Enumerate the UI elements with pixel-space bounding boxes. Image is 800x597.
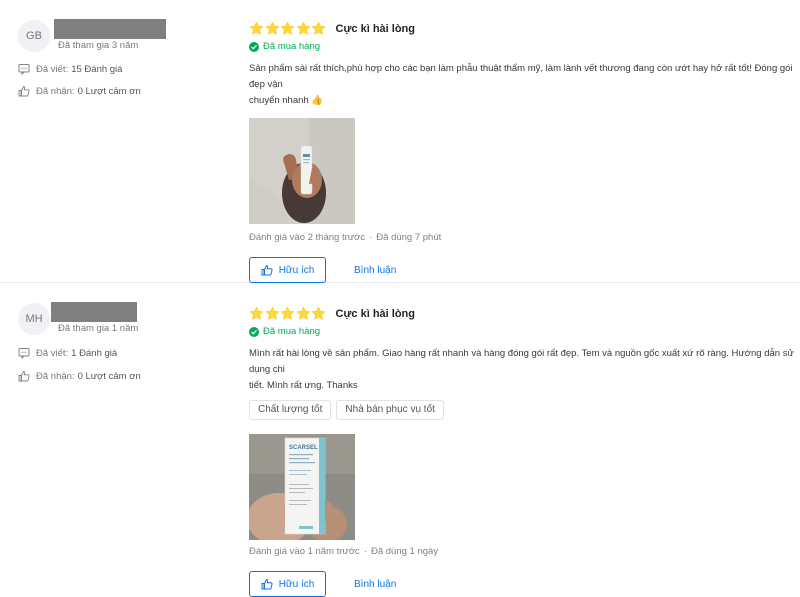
avatar: GB — [18, 20, 50, 52]
star-icon — [280, 21, 295, 35]
review-actions: Hữu ích Bình luận — [249, 257, 797, 283]
helpful-button[interactable]: Hữu ích — [249, 257, 326, 283]
reviews-written-stat: Đã viết: 1 Đánh giá — [18, 347, 117, 359]
star-icon — [295, 21, 311, 35]
redacted-username — [54, 19, 166, 39]
hand-holding-product-photo: SCARSEL — [249, 434, 355, 540]
purchased-badge: Đã mua hàng — [249, 41, 797, 52]
thumbs-up-icon — [261, 578, 273, 590]
review-body: Cực kì hài lòng Đã mua hàng Mình rất hài… — [249, 306, 797, 597]
star-icon — [249, 21, 264, 35]
check-icon — [249, 41, 259, 52]
star-icon — [264, 306, 280, 320]
reviews-written-stat: Đã viết: 15 Đánh giá — [18, 63, 122, 75]
review-item: GB Đã tham gia 3 năm Đã viết: 15 Đánh gi… — [0, 0, 800, 283]
review-meta: Đánh giá vào 2 tháng trước · Đã dùng 7 phú… — [249, 232, 442, 243]
product-brand-text: SCARSEL — [289, 445, 318, 451]
redacted-username — [51, 302, 137, 322]
rating-title: Cực kì hài lòng — [335, 307, 415, 320]
joined-date: Đã tham gia 3 năm — [58, 40, 139, 51]
review-content: Sản phẩm sài rất thích,phù hợp cho các b… — [249, 63, 793, 106]
review-photo[interactable]: SCARSEL — [249, 434, 355, 540]
check-icon — [249, 326, 259, 337]
rating-title: Cực kì hài lòng — [335, 22, 415, 35]
star-icon — [249, 306, 264, 320]
review-actions: Hữu ích Bình luận — [249, 571, 797, 597]
helpful-button[interactable]: Hữu ích — [249, 571, 326, 597]
review-content: Mình rất hài lòng về sản phẩm. Giao hàng… — [249, 348, 794, 391]
star-icon — [311, 21, 326, 35]
comment-button[interactable]: Bình luận — [354, 579, 396, 590]
thumbs-up-icon — [18, 86, 30, 97]
review-body: Cực kì hài lòng Đã mua hàng Sản phẩm sài… — [249, 21, 797, 283]
review-tag: Nhà bán phục vụ tốt — [336, 400, 444, 420]
purchased-badge: Đã mua hàng — [249, 326, 797, 337]
joined-date: Đã tham gia 1 năm — [58, 323, 139, 334]
star-icon — [280, 306, 295, 320]
review-written-icon — [18, 348, 30, 359]
avatar: MH — [18, 303, 50, 335]
star-icon — [264, 21, 280, 35]
rating-stars: Cực kì hài lòng — [249, 21, 797, 36]
hand-holding-product-photo — [249, 118, 355, 224]
review-tag: Chất lượng tốt — [249, 400, 332, 420]
thumbs-up-icon — [18, 371, 30, 382]
rating-stars: Cực kì hài lòng — [249, 306, 797, 321]
star-icon — [311, 306, 326, 320]
review-written-icon — [18, 64, 30, 75]
review-tags: Chất lượng tốt Nhà bán phục vụ tốt — [249, 400, 797, 420]
review-meta: Đánh giá vào 1 năm trước · Đã dùng 1 ngày — [249, 546, 439, 557]
thanks-received-stat: Đã nhận: 0 Lượt cảm ơn — [18, 370, 141, 382]
star-icon — [295, 306, 311, 320]
comment-button[interactable]: Bình luận — [354, 265, 396, 276]
thanks-received-stat: Đã nhận: 0 Lượt cảm ơn — [18, 85, 141, 97]
review-item: MH Đã tham gia 1 năm Đã viết: 1 Đánh giá… — [0, 283, 800, 597]
review-photo[interactable] — [249, 118, 355, 224]
thumbs-up-icon — [261, 264, 273, 276]
